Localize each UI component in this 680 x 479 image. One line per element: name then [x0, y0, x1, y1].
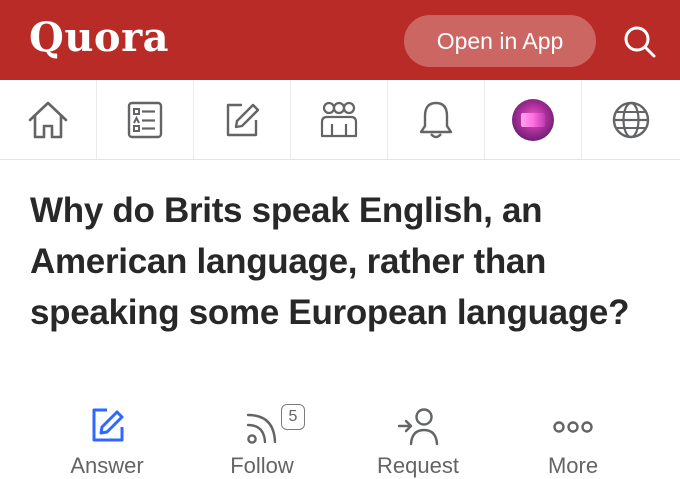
spaces-people-icon: [320, 101, 358, 137]
home-icon: [28, 101, 68, 138]
answer-list-icon: [127, 101, 163, 138]
answer-button[interactable]: Answer: [32, 400, 182, 479]
globe-icon: [612, 101, 650, 138]
nav-write[interactable]: [194, 80, 291, 159]
question-title[interactable]: Why do Brits speak English, an American …: [30, 185, 650, 338]
question-actions: Answer Follow Request More: [0, 400, 680, 479]
answer-label: Answer: [70, 453, 144, 478]
nav-languages[interactable]: [582, 80, 680, 159]
answer-pencil-icon: [92, 408, 124, 442]
follow-button[interactable]: Follow: [187, 400, 337, 479]
follow-label: Follow: [230, 453, 294, 478]
nav-home[interactable]: [0, 80, 97, 159]
more-label: More: [547, 453, 599, 478]
request-label: Request: [377, 453, 459, 478]
pencil-square-icon: [226, 103, 260, 136]
quora-logo[interactable]: Quora: [29, 14, 169, 61]
bell-icon: [419, 101, 453, 138]
icon-nav-bar: [0, 80, 680, 160]
top-header: Quora Open in App: [0, 0, 680, 80]
avatar: [512, 98, 554, 141]
search-button[interactable]: [620, 22, 660, 62]
more-dots-icon: [553, 421, 593, 433]
nav-profile[interactable]: [485, 80, 582, 159]
follow-rss-icon: [246, 413, 277, 444]
request-person-icon: [397, 408, 439, 446]
nav-notifications[interactable]: [388, 80, 485, 159]
nav-answer[interactable]: [97, 80, 194, 159]
search-icon: [624, 26, 656, 58]
more-button[interactable]: More: [498, 400, 648, 479]
follow-count-badge: 5: [281, 404, 305, 430]
request-button[interactable]: Request: [343, 400, 493, 479]
nav-spaces[interactable]: [291, 80, 388, 159]
open-in-app-button[interactable]: Open in App: [404, 15, 596, 67]
